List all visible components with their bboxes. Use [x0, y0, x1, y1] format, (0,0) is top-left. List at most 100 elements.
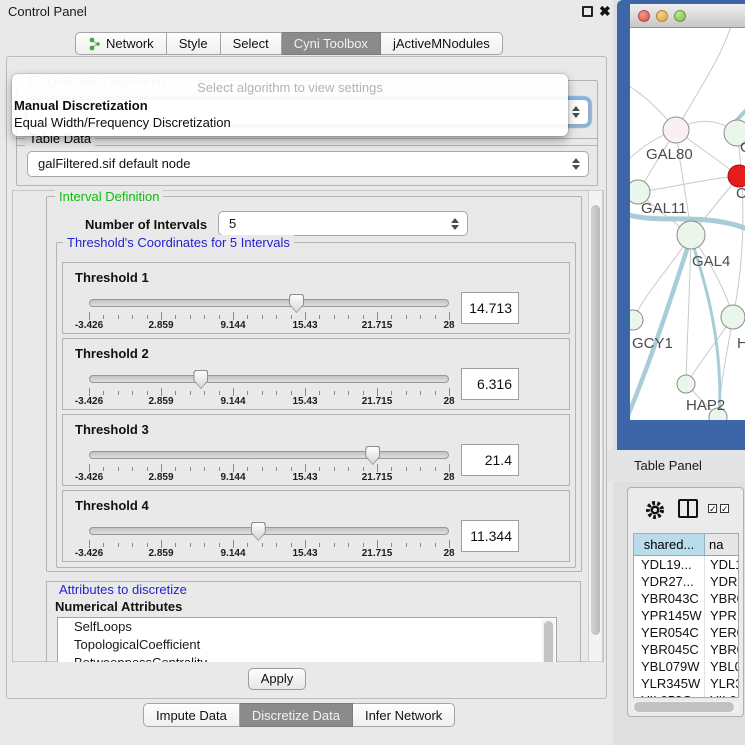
split-columns-icon[interactable]: [678, 499, 698, 518]
bottom-tabbar: Impute Data Discretize Data Infer Networ…: [143, 703, 455, 727]
attributes-group-title: Attributes to discretize: [55, 582, 191, 597]
threshold-panel-4: Threshold 4 -3.4262.8599.14415.4321.7152…: [62, 490, 570, 562]
checkbox-icon[interactable]: ✓: [720, 504, 729, 513]
table-row[interactable]: YBR045CYBR0: [634, 641, 738, 658]
threshold-panel-1: Threshold 1 -3.4262.8599.14415.4321.7152…: [62, 262, 570, 334]
slider-ticks: [89, 540, 449, 548]
thresholds-group-title: Threshold's Coordinates for 5 Intervals: [63, 235, 294, 250]
number-of-intervals-combobox[interactable]: 5: [218, 211, 468, 236]
slider-thumb[interactable]: [365, 446, 380, 465]
threshold-panel-3: Threshold 3 -3.4262.8599.14415.4321.7152…: [62, 414, 570, 486]
node-label: HAP2: [686, 397, 725, 414]
threshold-value-input[interactable]: [461, 444, 519, 476]
scrollbar-thumb[interactable]: [591, 205, 600, 635]
node-label: GCY1: [632, 335, 673, 352]
float-window-icon[interactable]: [582, 6, 593, 17]
node-label: GAL11: [641, 200, 687, 217]
tab-cyni-toolbox[interactable]: Cyni Toolbox: [282, 32, 381, 55]
slider-thumb[interactable]: [193, 370, 208, 389]
node-table: shared... na YDL19...YDL1 YDR27...YDR2 Y…: [633, 533, 739, 698]
table-data-combobox[interactable]: galFiltered.sif default node: [27, 151, 589, 177]
table-row[interactable]: YLR345WYLR3: [634, 675, 738, 692]
table-row[interactable]: YER054CYER0: [634, 624, 738, 641]
slider-scale-labels: -3.4262.8599.14415.4321.71528: [89, 548, 449, 560]
app-root: Control Panel ✖ Network Style Select Cyn…: [0, 0, 745, 745]
tab-label: Select: [233, 36, 269, 51]
slider-thumb[interactable]: [289, 294, 304, 313]
list-item[interactable]: SelfLoops: [58, 618, 556, 636]
dropdown-option-equal-width[interactable]: Equal Width/Frequency Discretization: [12, 114, 568, 131]
table-row[interactable]: YDR27...YDR2: [634, 573, 738, 590]
tab-infer-network[interactable]: Infer Network: [353, 703, 455, 727]
threshold-slider[interactable]: [89, 299, 449, 307]
column-header-name[interactable]: na: [705, 534, 738, 555]
threshold-value-input[interactable]: [461, 520, 519, 552]
combo-arrows-icon[interactable]: [572, 158, 580, 170]
algorithm-dropdown-popup: Select algorithm to view settings Manual…: [12, 74, 568, 136]
network-node-selected[interactable]: [728, 165, 745, 187]
network-node[interactable]: [677, 221, 705, 249]
close-traffic-light-icon[interactable]: [638, 10, 650, 22]
table-row[interactable]: YDL19...YDL1: [634, 556, 738, 573]
zoom-traffic-light-icon[interactable]: [674, 10, 686, 22]
network-node[interactable]: [630, 310, 643, 330]
close-icon[interactable]: ✖: [599, 3, 611, 20]
threshold-value-input[interactable]: [461, 368, 519, 400]
cell: YPR1: [705, 607, 738, 624]
threshold-value-input[interactable]: [461, 292, 519, 324]
gear-icon[interactable]: [644, 499, 666, 521]
network-window-titlebar[interactable]: [630, 4, 745, 28]
scrollbar-thumb[interactable]: [544, 621, 553, 662]
cell: YBR0: [705, 641, 738, 658]
slider-thumb[interactable]: [251, 522, 266, 541]
network-node[interactable]: [721, 305, 745, 329]
threshold-slider[interactable]: [89, 451, 449, 459]
table-row[interactable]: YBR043CYBR0: [634, 590, 738, 607]
minimize-traffic-light-icon[interactable]: [656, 10, 668, 22]
table-row[interactable]: YPR145WYPR1: [634, 607, 738, 624]
vertical-scrollbar[interactable]: [588, 190, 603, 662]
interval-definition-title: Interval Definition: [55, 189, 163, 204]
tab-discretize-data[interactable]: Discretize Data: [240, 703, 353, 727]
tab-style[interactable]: Style: [167, 32, 221, 55]
column-header-shared-name[interactable]: shared...: [634, 534, 705, 555]
tab-label: Impute Data: [156, 708, 227, 723]
apply-button[interactable]: Apply: [248, 668, 306, 690]
top-tabbar: Network Style Select Cyni Toolbox jActiv…: [75, 32, 503, 55]
combo-arrows-icon[interactable]: [451, 218, 459, 230]
table-row[interactable]: YBL079WYBL0: [634, 658, 738, 675]
list-scrollbar[interactable]: [542, 619, 555, 662]
list-item[interactable]: BetweennessCentrality: [58, 654, 556, 662]
threshold-slider[interactable]: [89, 527, 449, 535]
dropdown-option-manual[interactable]: Manual Discretization: [12, 95, 568, 114]
network-node[interactable]: [663, 117, 689, 143]
tab-label: Infer Network: [365, 708, 442, 723]
node-label: GAL4: [692, 253, 730, 270]
network-canvas[interactable]: GAL80 GA C GAL11 GAL4 GCY1 H HAP2: [630, 28, 745, 420]
tab-label: Discretize Data: [252, 708, 340, 723]
network-icon: [88, 37, 101, 51]
table-panel-title: Table Panel: [634, 458, 702, 473]
tab-jactivemnodules[interactable]: jActiveMNodules: [381, 32, 503, 55]
checkbox-icon[interactable]: ✓: [708, 504, 717, 513]
node-label: GA: [740, 139, 745, 156]
table-row[interactable]: YIL052CYIL0: [634, 692, 738, 698]
dropdown-hint: Select algorithm to view settings: [12, 74, 568, 95]
scrollbar-thumb[interactable]: [634, 702, 734, 712]
cell: YDR27...: [634, 573, 705, 590]
threshold-panel-2: Threshold 2 -3.4262.8599.14415.4321.7152…: [62, 338, 570, 410]
tab-network[interactable]: Network: [75, 32, 167, 55]
cell: YBL079W: [634, 658, 705, 675]
cell: YIL0: [705, 692, 738, 698]
network-node[interactable]: [677, 375, 695, 393]
attributes-group-clip: Attributes to discretize Numerical Attri…: [46, 574, 583, 662]
threshold-slider[interactable]: [89, 375, 449, 383]
combo-arrows-icon[interactable]: [572, 106, 580, 118]
tab-select[interactable]: Select: [221, 32, 282, 55]
table-data-value: galFiltered.sif default node: [38, 156, 190, 171]
threshold-label: Threshold 2: [75, 346, 149, 361]
tab-impute-data[interactable]: Impute Data: [143, 703, 240, 727]
list-item[interactable]: TopologicalCoefficient: [58, 636, 556, 654]
attributes-list: SelfLoops TopologicalCoefficient Between…: [57, 617, 557, 662]
horizontal-scrollbar[interactable]: [632, 701, 740, 713]
